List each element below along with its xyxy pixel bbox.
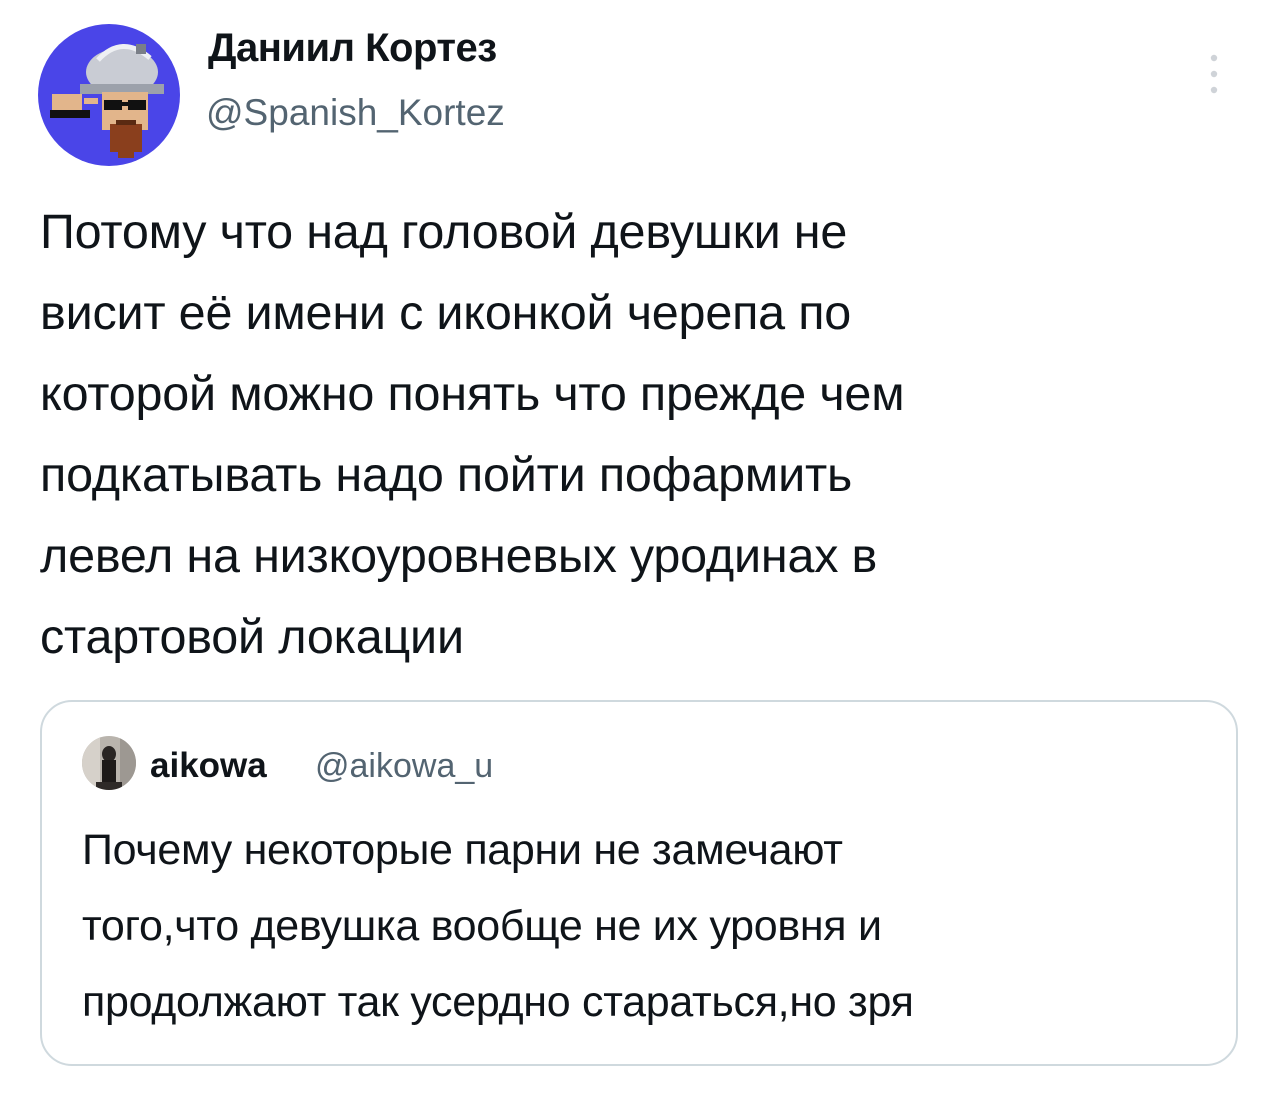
more-options-button[interactable]	[1196, 44, 1232, 104]
quoted-tweet-text: Почему некоторые парни не замечают того,…	[82, 826, 914, 1026]
quoted-author-photo-image	[82, 736, 136, 790]
quoted-author-name: aikowa	[150, 746, 267, 785]
quoted-author-handle: @aikowa_u	[315, 747, 494, 785]
quoted-tweet-card[interactable]: aikowa @aikowa_u Почему некоторые парни …	[40, 700, 1238, 1066]
author-avatar[interactable]	[38, 24, 180, 166]
tweet: Даниил Кортез @Spanish_Kortez Потому что…	[0, 0, 1274, 1103]
quoted-author-avatar[interactable]	[82, 736, 136, 790]
pixel-conquistador-avatar-image	[38, 24, 180, 166]
author-handle[interactable]: @Spanish_Kortez	[206, 92, 505, 134]
vertical-dots-icon	[1210, 54, 1218, 94]
author-name[interactable]: Даниил Кортез	[208, 26, 497, 71]
tweet-text: Потому что над головой девушки не висит …	[40, 205, 905, 664]
